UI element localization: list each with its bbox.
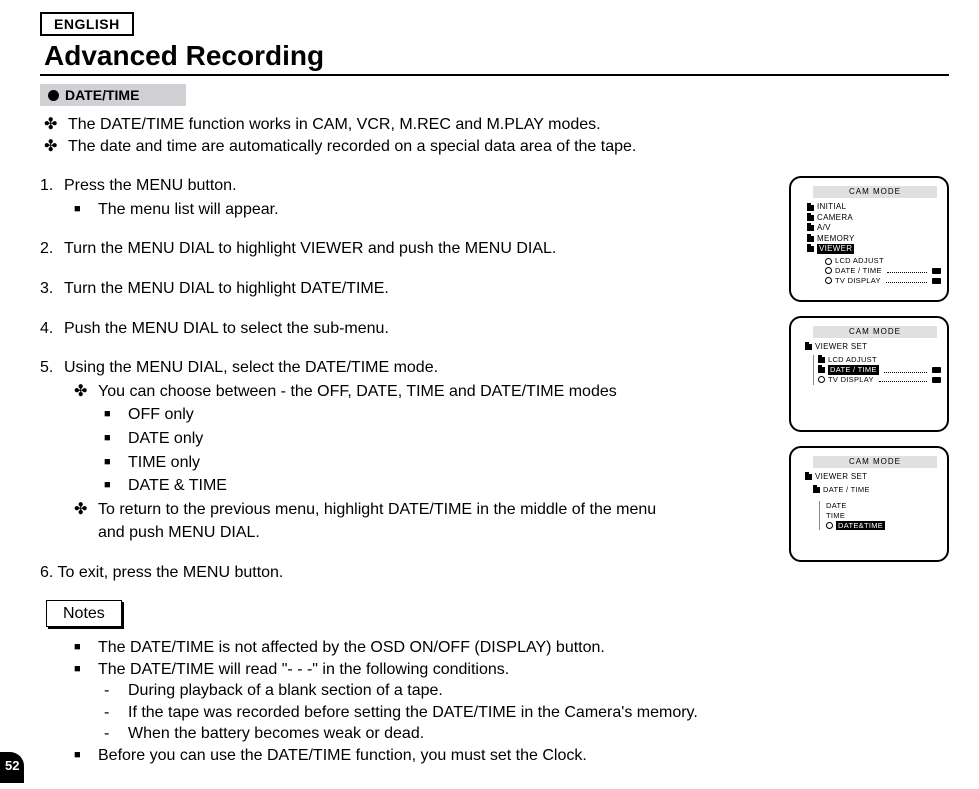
folder-icon <box>805 474 812 480</box>
toggle-icon <box>932 377 941 383</box>
folder-icon <box>807 225 814 231</box>
menu-item: MEMORY <box>807 234 941 244</box>
menu-item: CAMERA <box>807 213 941 223</box>
section-header-text: DATE/TIME <box>65 87 139 103</box>
submenu-heading: DATE / TIME <box>813 485 941 495</box>
menu-item: INITIAL <box>807 202 941 212</box>
page-title: Advanced Recording <box>44 40 949 72</box>
step-2: 2.Turn the MENU DIAL to highlight VIEWER… <box>40 238 769 260</box>
lcd-screen-3: CAM MODE VIEWER SET DATE / TIME DATE TIM… <box>789 446 949 562</box>
ring-icon <box>818 376 825 383</box>
menu-item-selected: VIEWER <box>807 244 941 254</box>
mode-bar: CAM MODE <box>813 326 937 338</box>
step-5-opt: DATE & TIME <box>40 475 769 497</box>
folder-icon <box>807 205 814 211</box>
ring-icon <box>826 522 833 529</box>
submenu-item: TV DISPLAY <box>825 276 941 286</box>
intro-line: The date and time are automatically reco… <box>40 136 769 158</box>
ring-icon <box>825 277 832 284</box>
folder-icon <box>807 215 814 221</box>
viewer-set-label: VIEWER SET <box>815 342 867 352</box>
note-line: The DATE/TIME is not affected by the OSD… <box>40 637 769 659</box>
viewer-set-label: VIEWER SET <box>815 472 867 482</box>
ring-icon <box>825 267 832 274</box>
manual-page: ENGLISH Advanced Recording DATE/TIME The… <box>0 0 979 767</box>
option-item: TIME <box>826 511 941 521</box>
lcd-illustrations: CAM MODE INITIAL CAMERA A/V MEMORY VIEWE… <box>789 106 949 767</box>
step-3: 3.Turn the MENU DIAL to highlight DATE/T… <box>40 278 769 300</box>
step-5: 5.Using the MENU DIAL, select the DATE/T… <box>40 357 769 379</box>
step-4: 4.Push the MENU DIAL to select the sub-m… <box>40 318 769 340</box>
submenu-item: LCD ADJUST <box>825 256 941 266</box>
body-text: The DATE/TIME function works in CAM, VCR… <box>40 106 769 767</box>
step-5-choice: You can choose between - the OFF, DATE, … <box>40 381 769 403</box>
intro-line: The DATE/TIME function works in CAM, VCR… <box>40 114 769 136</box>
note-line: Before you can use the DATE/TIME functio… <box>40 745 769 767</box>
ring-icon <box>825 258 832 265</box>
step-5-opt: OFF only <box>40 404 769 426</box>
folder-icon <box>805 344 812 350</box>
section-header-bar: DATE/TIME <box>40 84 186 106</box>
folder-icon <box>807 236 814 242</box>
bullet-icon <box>48 90 59 101</box>
submenu-item-selected: DATE / TIME <box>818 365 941 375</box>
submenu-item: TV DISPLAY <box>818 375 941 385</box>
folder-icon <box>818 367 825 373</box>
menu-item: A/V <box>807 223 941 233</box>
step-6: 6. To exit, press the MENU button. <box>40 562 769 584</box>
mode-bar: CAM MODE <box>813 456 937 468</box>
mode-bar: CAM MODE <box>813 186 937 198</box>
folder-icon <box>818 357 825 363</box>
option-item: DATE <box>826 501 941 511</box>
folder-icon <box>807 246 814 252</box>
toggle-icon <box>932 268 941 274</box>
folder-icon <box>813 487 820 493</box>
step-1-sub: The menu list will appear. <box>40 199 769 221</box>
toggle-icon <box>932 367 941 373</box>
title-rule <box>40 74 949 76</box>
step-5-opt: DATE only <box>40 428 769 450</box>
note-subline: When the battery becomes weak or dead. <box>40 723 769 745</box>
note-subline: If the tape was recorded before setting … <box>40 702 769 724</box>
note-subline: During playback of a blank section of a … <box>40 680 769 702</box>
toggle-icon <box>932 278 941 284</box>
submenu-item: LCD ADJUST <box>818 355 941 365</box>
step-1: 1.Press the MENU button. <box>40 175 769 197</box>
language-tab: ENGLISH <box>40 12 134 36</box>
step-5-return: To return to the previous menu, highligh… <box>40 499 769 521</box>
lcd-screen-1: CAM MODE INITIAL CAMERA A/V MEMORY VIEWE… <box>789 176 949 302</box>
notes-heading: Notes <box>46 600 122 628</box>
option-item-selected: DATE&TIME <box>826 521 941 531</box>
step-5-return-cont: and push MENU DIAL. <box>40 522 769 544</box>
note-line: The DATE/TIME will read "- - -" in the f… <box>40 659 769 681</box>
step-5-opt: TIME only <box>40 452 769 474</box>
page-number-badge: 52 <box>0 752 24 783</box>
submenu-item: DATE / TIME <box>825 266 941 276</box>
lcd-screen-2: CAM MODE VIEWER SET LCD ADJUST DATE / TI… <box>789 316 949 432</box>
